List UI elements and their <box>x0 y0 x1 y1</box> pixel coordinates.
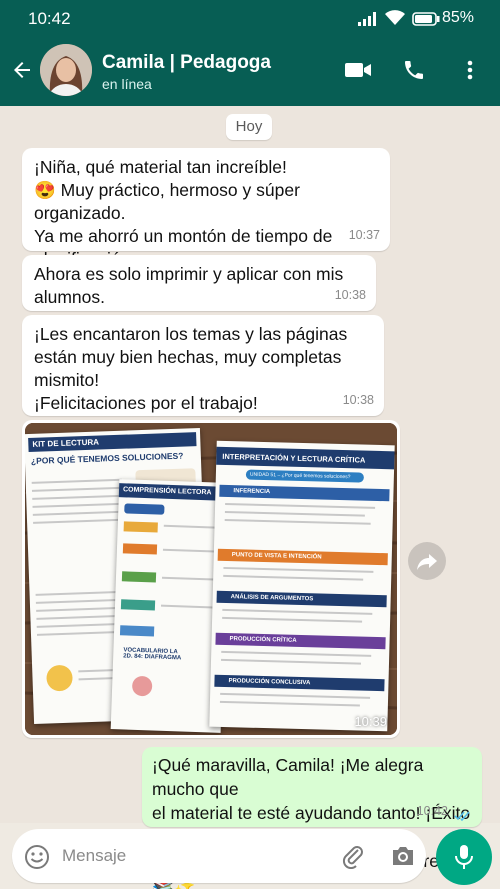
incoming-message[interactable]: Ahora es solo imprimir y aplicar con mis… <box>22 255 376 311</box>
incoming-message[interactable]: ¡Les encantaron los temas y las páginas … <box>22 315 384 416</box>
day-chip: Hoy <box>226 114 272 140</box>
interpretation-page: INTERPRETACIÓN Y LECTURA CRÍTICA UNIDAD … <box>209 440 395 732</box>
message-text: ¡Les encantaron los temas y las páginas … <box>34 324 348 413</box>
vocab-label: VOCABULARIO LA 2D. 84: DIAFRAGMA <box>123 647 182 662</box>
message-time: 10:37 <box>348 228 380 242</box>
message-time: 10:38 <box>342 393 374 407</box>
phone-icon[interactable] <box>402 58 426 82</box>
kit-title: KIT DE LECTURA <box>28 432 197 453</box>
message-text: Ahora es solo imprimir y aplicar con mis… <box>34 264 344 307</box>
emoji-icon[interactable] <box>24 844 50 870</box>
more-options-icon[interactable] <box>462 58 478 82</box>
signal-icon <box>358 12 376 26</box>
read-ticks-icon <box>454 811 470 822</box>
avatar[interactable] <box>40 44 92 96</box>
mic-button[interactable] <box>436 829 492 885</box>
photo-worksheets[interactable]: KIT DE LECTURA ¿POR QUÉ TENEMOS SOLUCION… <box>25 423 397 735</box>
incoming-message[interactable]: ¡Niña, qué material tan increíble! 😍 Muy… <box>22 148 390 269</box>
battery-percent: 85% <box>441 9 474 26</box>
mic-icon <box>455 845 473 869</box>
kit-subtitle: ¿POR QUÉ TENEMOS SOLUCIONES? <box>30 450 184 466</box>
video-call-icon[interactable] <box>344 58 372 82</box>
message-time: 10:38 <box>334 288 366 302</box>
contact-name[interactable]: Camila | Pedagoga <box>102 52 271 74</box>
message-input-bar[interactable]: Mensaje <box>12 829 426 883</box>
chat-area[interactable]: Hoy ¡Niña, qué material tan increíble! 😍… <box>0 106 500 889</box>
battery-icon <box>412 12 440 26</box>
status-time: 10:42 <box>28 9 71 28</box>
back-arrow-icon[interactable] <box>10 58 34 82</box>
section-produccion-conclusiva: PRODUCCIÓN CONCLUSIVA <box>214 674 385 692</box>
image-time: 10:39 <box>354 714 387 729</box>
image-message[interactable]: KIT DE LECTURA ¿POR QUÉ TENEMOS SOLUCION… <box>22 420 400 738</box>
comp-title: COMPRENSIÓN LECTORA <box>118 483 230 501</box>
attach-icon[interactable] <box>340 843 366 869</box>
interp-title: INTERPRETACIÓN Y LECTURA CRÍTICA <box>216 446 395 470</box>
unit-label: UNIDAD 51 – ¿Por qué tenemos soluciones? <box>245 469 364 483</box>
section-inferencia: INFERENCIA <box>219 484 390 502</box>
section-punto-de-vista: PUNTO DE VISTA E INTENCIÓN <box>217 548 388 566</box>
message-input[interactable]: Mensaje <box>62 846 126 866</box>
chat-header: 10:42 85% Camila | Pedagoga en línea <box>0 0 500 106</box>
forward-icon <box>417 554 437 570</box>
message-time: 10:42 <box>416 804 448 818</box>
outgoing-message[interactable]: ¡Qué maravilla, Camila! ¡Me alegra mucho… <box>142 747 482 889</box>
status-bar: 10:42 85% <box>0 0 500 38</box>
section-produccion-critica: PRODUCCIÓN CRÍTICA <box>215 632 386 650</box>
message-text: ¡Niña, qué material tan increíble! 😍 Muy… <box>34 157 333 269</box>
wifi-icon <box>385 10 405 25</box>
section-analisis: ANÁLISIS DE ARGUMENTOS <box>216 590 387 608</box>
camera-icon[interactable] <box>390 844 416 868</box>
forward-button[interactable] <box>408 542 446 580</box>
contact-status: en línea <box>102 76 152 92</box>
